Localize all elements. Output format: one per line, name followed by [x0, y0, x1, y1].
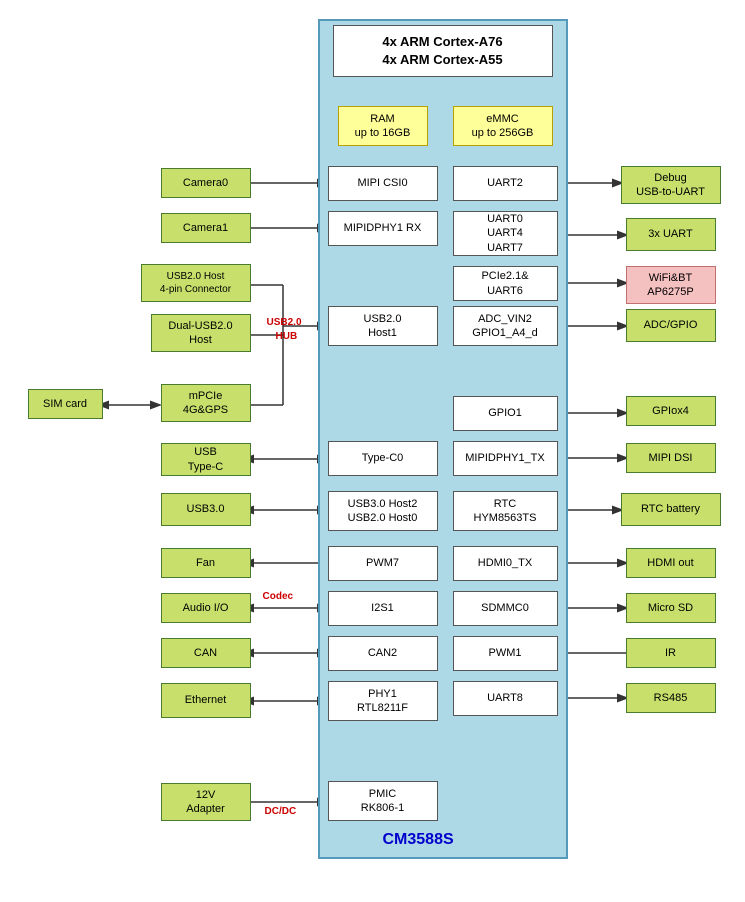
pcie21uart6-box: PCIe2.1& UART6 — [453, 266, 558, 301]
rtcbattery-box: RTC battery — [621, 493, 721, 526]
pmic-box: PMIC RK806-1 — [328, 781, 438, 821]
dcdc-label: DC/DC — [265, 806, 297, 817]
usb20host4pin-box: USB2.0 Host 4-pin Connector — [141, 264, 251, 302]
emmc-label: eMMC up to 256GB — [472, 112, 534, 141]
ir-box: IR — [626, 638, 716, 668]
mipidphy1tx-box: MIPIDPHY1_TX — [453, 441, 558, 476]
ram-label: RAM up to 16GB — [355, 112, 411, 141]
mipidphy1rx-box: MIPIDPHY1 RX — [328, 211, 438, 246]
codec-label: Codec — [263, 591, 294, 602]
uart2-box: UART2 — [453, 166, 558, 201]
camera0-box: Camera0 — [161, 168, 251, 198]
hdmi0tx-box: HDMI0_TX — [453, 546, 558, 581]
mipidsi-box: MIPI DSI — [626, 443, 716, 473]
block-diagram: 4x ARM Cortex-A76 4x ARM Cortex-A55 RAM … — [13, 11, 733, 891]
can-box: CAN — [161, 638, 251, 668]
pwm1-box: PWM1 — [453, 636, 558, 671]
adapter12v-box: 12V Adapter — [161, 783, 251, 821]
cpu-header: 4x ARM Cortex-A76 4x ARM Cortex-A55 — [333, 25, 553, 77]
mpcie-box: mPCIe 4G&GPS — [161, 384, 251, 422]
debuguart-box: Debug USB-to-UART — [621, 166, 721, 204]
rs485-box: RS485 — [626, 683, 716, 713]
microsd-box: Micro SD — [626, 593, 716, 623]
ram-box: RAM up to 16GB — [338, 106, 428, 146]
typec0-box: Type-C0 — [328, 441, 438, 476]
ethernet-box: Ethernet — [161, 683, 251, 718]
adcgpio-box: ADC/GPIO — [626, 309, 716, 342]
i2s1-box: I2S1 — [328, 591, 438, 626]
usbtypec-box: USB Type-C — [161, 443, 251, 476]
usb20host1-box: USB2.0 Host1 — [328, 306, 438, 346]
hdmiout-box: HDMI out — [626, 548, 716, 578]
cpu-label: 4x ARM Cortex-A76 4x ARM Cortex-A55 — [382, 33, 502, 69]
usb3host2-box: USB3.0 Host2 USB2.0 Host0 — [328, 491, 438, 531]
fan-box: Fan — [161, 548, 251, 578]
dualusb20host-box: Dual-USB2.0 Host — [151, 314, 251, 352]
simcard-box: SIM card — [28, 389, 103, 419]
emmc-box: eMMC up to 256GB — [453, 106, 553, 146]
pwm7-box: PWM7 — [328, 546, 438, 581]
sdmmc0-box: SDMMC0 — [453, 591, 558, 626]
uart3x-box: 3x UART — [626, 218, 716, 251]
adcvin2-box: ADC_VIN2 GPIO1_A4_d — [453, 306, 558, 346]
wifibt-box: WiFi&BT AP6275P — [626, 266, 716, 304]
cm-label: CM3588S — [383, 831, 454, 849]
camera1-box: Camera1 — [161, 213, 251, 243]
usb30-box: USB3.0 — [161, 493, 251, 526]
gpiox4-box: GPIox4 — [626, 396, 716, 426]
hub-label: HUB — [276, 331, 298, 342]
can2-box: CAN2 — [328, 636, 438, 671]
usb20-label: USB2.0 — [267, 317, 302, 328]
uart8-box: UART8 — [453, 681, 558, 716]
mipicsi0-box: MIPI CSI0 — [328, 166, 438, 201]
phy1-box: PHY1 RTL8211F — [328, 681, 438, 721]
uart047-box: UART0 UART4 UART7 — [453, 211, 558, 256]
gpio1-box: GPIO1 — [453, 396, 558, 431]
audiio-box: Audio I/O — [161, 593, 251, 623]
rtc-box: RTC HYM8563TS — [453, 491, 558, 531]
